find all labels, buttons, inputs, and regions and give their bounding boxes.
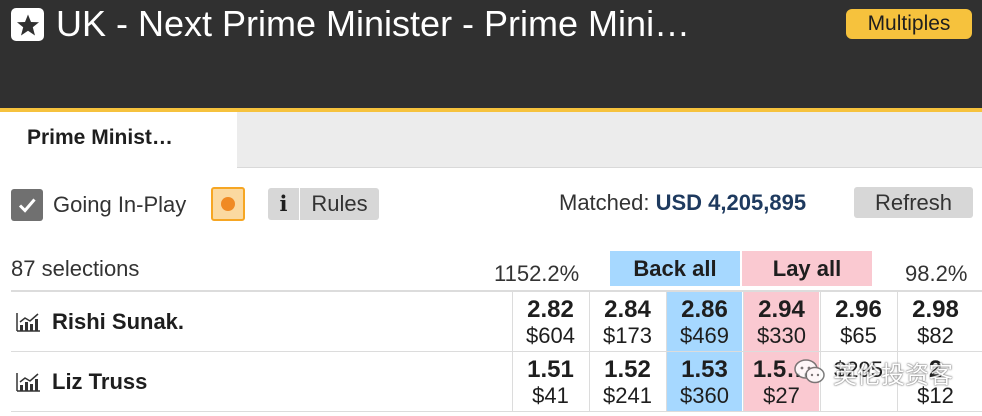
- watermark: 英伦投资客: [793, 352, 953, 392]
- checkmark-icon: [18, 198, 36, 213]
- best-back-price-cell[interactable]: 2.86 $469: [666, 292, 742, 351]
- price-size: $65: [840, 323, 877, 348]
- market-title: UK - Next Prime Minister - Prime Mini…: [56, 3, 691, 44]
- chat-bubble-icon: [794, 359, 825, 384]
- price-size: $173: [603, 323, 652, 348]
- market-tabs: Prime Minist…: [0, 112, 982, 168]
- price-size: $82: [917, 323, 954, 348]
- favourite-star-button[interactable]: [11, 8, 44, 41]
- inplay-dot-icon: [221, 197, 235, 211]
- going-inplay-label: Going In-Play: [53, 192, 187, 217]
- runner-name[interactable]: Rishi Sunak.: [52, 307, 184, 337]
- rules-label: Rules: [311, 191, 368, 216]
- back-all-button[interactable]: Back all: [610, 251, 740, 286]
- price-odds: 2.94: [758, 296, 805, 323]
- price-chart-icon[interactable]: [14, 370, 42, 394]
- info-icon: i: [268, 188, 300, 220]
- runner-row: Rishi Sunak. 2.82 $604 2.84 $173 2.86 $4…: [11, 292, 982, 352]
- lay-price-cell[interactable]: 2.98 $82: [897, 292, 973, 351]
- rules-button[interactable]: i Rules: [268, 188, 379, 220]
- lay-all-button[interactable]: Lay all: [742, 251, 872, 286]
- price-odds: 2.82: [527, 296, 574, 323]
- tab-prime-minister[interactable]: Prime Minist…: [0, 112, 237, 168]
- price-size: $330: [757, 323, 806, 348]
- refresh-button[interactable]: Refresh: [854, 187, 973, 218]
- matched-amount: Matched: USD 4,205,895: [559, 189, 806, 217]
- watermark-text: 英伦投资客: [833, 360, 953, 389]
- going-inplay-checkbox[interactable]: [11, 189, 43, 221]
- market-header: UK - Next Prime Minister - Prime Mini… M…: [0, 0, 982, 108]
- best-lay-price-cell[interactable]: 2.94 $330: [743, 292, 819, 351]
- price-size: $604: [526, 323, 575, 348]
- back-overround: 1152.2%: [494, 261, 580, 286]
- back-price-cell[interactable]: 1.51 $41: [512, 352, 588, 411]
- price-odds: 1.52: [604, 356, 651, 383]
- matched-value: USD 4,205,895: [655, 190, 807, 215]
- price-size: $41: [532, 383, 569, 408]
- inplay-indicator: [211, 187, 245, 221]
- back-price-cell[interactable]: 1.52 $241: [589, 352, 665, 411]
- price-size: $360: [680, 383, 729, 408]
- price-chart-icon[interactable]: [14, 310, 42, 334]
- multiples-button[interactable]: Multiples: [846, 9, 972, 39]
- selections-count: 87 selections: [11, 256, 140, 281]
- lay-overround: 98.2%: [905, 261, 968, 286]
- star-icon: [16, 14, 39, 35]
- back-price-cell[interactable]: 2.82 $604: [512, 292, 588, 351]
- price-odds: 1.53: [681, 356, 728, 383]
- price-odds: 1.51: [527, 356, 574, 383]
- price-size: $469: [680, 323, 729, 348]
- back-price-cell[interactable]: 2.84 $173: [589, 292, 665, 351]
- price-odds: 2.84: [604, 296, 651, 323]
- price-odds: 2.86: [681, 296, 728, 323]
- matched-label: Matched:: [559, 190, 650, 215]
- best-back-price-cell[interactable]: 1.53 $360: [666, 352, 742, 411]
- price-odds: 2.98: [912, 296, 959, 323]
- price-odds: 2.96: [835, 296, 882, 323]
- runner-name[interactable]: Liz Truss: [52, 367, 147, 397]
- price-size: $241: [603, 383, 652, 408]
- lay-price-cell[interactable]: 2.96 $65: [820, 292, 896, 351]
